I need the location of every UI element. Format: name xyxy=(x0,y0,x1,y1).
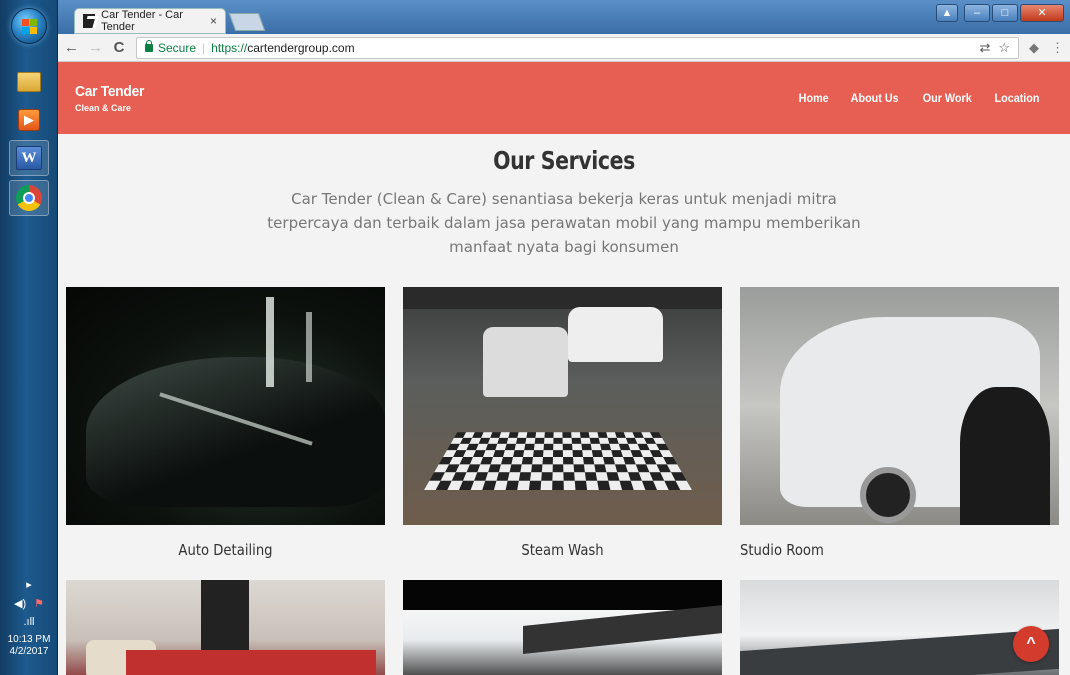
windows-flag-icon xyxy=(22,19,38,35)
address-bar[interactable]: Secure | https://cartendergroup.com ⇄ ☆ xyxy=(136,36,1019,59)
new-tab-button[interactable] xyxy=(228,13,266,31)
show-hidden-icons-button[interactable]: ▸ xyxy=(26,578,32,591)
service-title: Auto Detailing xyxy=(178,541,273,559)
windows-taskbar: ▶ W ▸ ◀) ⚑ .ıll 10:13 PM 4/2/2017 xyxy=(0,0,58,675)
service-title: Studio Room xyxy=(740,541,824,559)
chevron-up-icon: ^ xyxy=(1026,635,1036,652)
system-tray: ▸ ◀) ⚑ .ıll 10:13 PM 4/2/2017 xyxy=(0,578,58,658)
address-separator: | xyxy=(202,40,206,55)
lock-icon xyxy=(145,39,153,52)
tab-title: Car Tender - Car Tender xyxy=(101,9,183,33)
service-card-auto-detailing[interactable]: Auto Detailing xyxy=(66,287,385,563)
forward-button[interactable]: → xyxy=(88,39,103,56)
nav-about-us[interactable]: About Us xyxy=(851,91,899,105)
services-grid: Auto Detailing Steam Wash Studio Room xyxy=(66,287,1060,563)
url-text: https://cartendergroup.com xyxy=(211,40,355,55)
nav-location[interactable]: Location xyxy=(995,91,1040,105)
studio-room-image[interactable] xyxy=(740,287,1059,525)
profile-icon[interactable]: ▲ xyxy=(936,4,958,22)
car-canopy-image[interactable] xyxy=(740,580,1059,675)
microsoft-word-icon[interactable]: W xyxy=(9,140,49,176)
scroll-to-top-button[interactable]: ^ xyxy=(1013,626,1049,662)
browser-toolbar: ← → C Secure | https://cartendergroup.co… xyxy=(58,34,1070,62)
site-favicon-icon xyxy=(83,14,96,28)
service-card-studio-room[interactable]: Studio Room xyxy=(740,287,1059,563)
google-chrome-icon[interactable] xyxy=(9,180,49,216)
secure-indicator[interactable]: Secure xyxy=(145,39,197,55)
reload-button[interactable]: C xyxy=(112,39,126,56)
brand-title[interactable]: Car Tender xyxy=(75,83,144,100)
site-header: Car Tender Clean & Care Home About Us Ou… xyxy=(58,62,1070,134)
minimize-button[interactable]: – xyxy=(964,4,990,22)
brand-subtitle: Clean & Care xyxy=(75,103,132,113)
volume-icon[interactable]: ◀) xyxy=(14,597,26,610)
media-player-icon[interactable]: ▶ xyxy=(9,102,49,138)
main-nav: Home About Us Our Work Location xyxy=(797,91,1042,105)
close-window-button[interactable]: ✕ xyxy=(1020,4,1064,22)
web-page: Car Tender Clean & Care Home About Us Ou… xyxy=(58,62,1070,675)
start-button[interactable] xyxy=(11,8,47,44)
network-signal-icon[interactable]: .ıll xyxy=(24,616,35,628)
lounge-image[interactable] xyxy=(66,580,385,675)
maximize-button[interactable]: □ xyxy=(992,4,1018,22)
windows-explorer-icon[interactable] xyxy=(9,64,49,100)
service-title: Steam Wash xyxy=(521,541,604,559)
clock-date[interactable]: 4/2/2017 xyxy=(0,646,58,658)
services-description: Car Tender (Clean & Care) senantiasa bek… xyxy=(267,190,861,256)
car-lot-image[interactable] xyxy=(403,580,722,675)
clock-time[interactable]: 10:13 PM xyxy=(0,634,58,646)
action-center-flag-icon[interactable]: ⚑ xyxy=(34,597,44,610)
browser-titlebar: Car Tender - Car Tender × ▲ – □ ✕ xyxy=(58,0,1070,34)
nav-home[interactable]: Home xyxy=(799,91,829,105)
browser-window: Car Tender - Car Tender × ▲ – □ ✕ ← → C … xyxy=(58,0,1070,675)
services-title: Our Services xyxy=(493,146,635,175)
site-brand[interactable]: Car Tender Clean & Care xyxy=(75,83,150,113)
auto-detailing-image[interactable] xyxy=(66,287,385,525)
extension-icon[interactable]: ◆ xyxy=(1029,40,1039,56)
tab-close-icon[interactable]: × xyxy=(210,14,217,28)
back-button[interactable]: ← xyxy=(64,39,79,56)
services-grid-row-2 xyxy=(66,580,1060,675)
translate-icon[interactable]: ⇄ xyxy=(979,40,990,56)
bookmark-star-icon[interactable]: ☆ xyxy=(998,40,1010,56)
nav-our-work[interactable]: Our Work xyxy=(922,91,971,105)
chrome-menu-icon[interactable]: ⋮ xyxy=(1051,40,1064,56)
browser-tab[interactable]: Car Tender - Car Tender × xyxy=(74,8,226,34)
secure-label: Secure xyxy=(158,40,197,55)
steam-wash-image[interactable] xyxy=(403,287,722,525)
window-controls: ▲ – □ ✕ xyxy=(936,4,1064,22)
service-card-steam-wash[interactable]: Steam Wash xyxy=(403,287,722,563)
